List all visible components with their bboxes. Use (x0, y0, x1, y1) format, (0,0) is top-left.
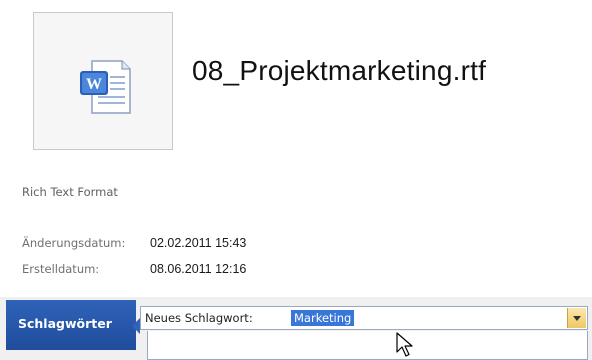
tag-dropdown-button[interactable] (567, 308, 586, 328)
new-tag-field[interactable]: Neues Schlagwort: Marketing (140, 306, 588, 330)
tag-dropdown-list[interactable] (147, 331, 588, 360)
modified-date-value: 02.02.2011 15:43 (150, 236, 247, 250)
svg-text:W: W (86, 76, 102, 93)
new-tag-input[interactable]: Marketing (291, 310, 355, 326)
detail-row-created: Erstelldatum: (22, 262, 99, 276)
modified-date-label: Änderungsdatum: (22, 236, 126, 250)
tab-pointer-icon (132, 318, 140, 334)
created-date-value: 08.06.2011 12:16 (150, 262, 247, 276)
word-document-icon: W (80, 60, 131, 114)
file-thumbnail: W (33, 12, 173, 150)
tab-tags[interactable]: Schlagwörter (6, 300, 136, 350)
chevron-down-icon (573, 316, 581, 321)
detail-row-modified: Änderungsdatum: (22, 236, 125, 250)
file-name: 08_Projektmarketing.rtf (192, 55, 487, 86)
tab-tags-label: Schlagwörter (18, 316, 112, 331)
new-tag-label: Neues Schlagwort: (145, 311, 253, 325)
file-type-label: Rich Text Format (22, 185, 118, 199)
created-date-label: Erstelldatum: (22, 262, 100, 276)
mouse-cursor-icon (396, 332, 413, 357)
